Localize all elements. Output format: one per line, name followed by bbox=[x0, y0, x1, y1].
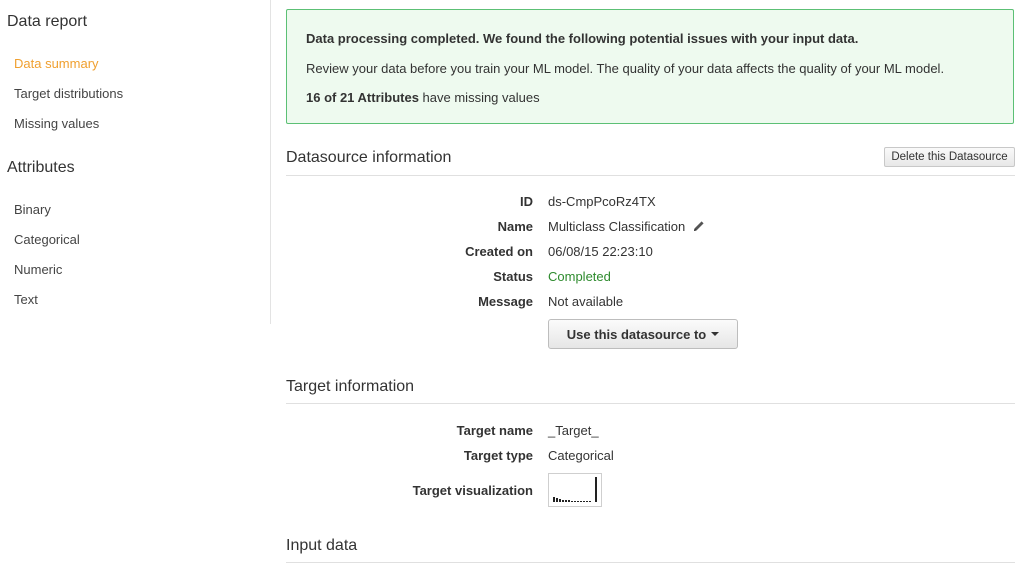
sidebar-item-categorical[interactable]: Categorical bbox=[14, 232, 80, 247]
sidebar-item-numeric[interactable]: Numeric bbox=[14, 262, 62, 277]
target-type-label: Target type bbox=[463, 448, 533, 463]
id-value: ds-CmpPcoRz4TX bbox=[548, 194, 656, 209]
missing-suffix: have missing values bbox=[418, 90, 540, 105]
caret-down-icon bbox=[711, 332, 720, 336]
name-value-row: Multiclass Classification bbox=[548, 219, 705, 235]
message-label: Message bbox=[478, 294, 533, 309]
id-label: ID bbox=[520, 194, 533, 209]
status-value: Completed bbox=[548, 269, 611, 284]
message-value: Not available bbox=[548, 294, 624, 309]
use-datasource-dropdown-button[interactable]: Use this datasource to bbox=[548, 319, 738, 349]
target-name-label: Target name bbox=[456, 423, 533, 438]
pencil-edit-icon[interactable] bbox=[693, 220, 705, 235]
section-divider bbox=[286, 562, 1015, 563]
alert-title: Data processing completed. We found the … bbox=[306, 31, 859, 46]
sidebar-item-target-distributions[interactable]: Target distributions bbox=[14, 86, 123, 101]
input-data-section-title: Input data bbox=[286, 537, 358, 554]
histogram-sparkline-icon bbox=[553, 477, 597, 502]
sidebar-item-missing-values[interactable]: Missing values bbox=[14, 116, 99, 131]
datasource-section-title: Datasource information bbox=[286, 149, 452, 166]
target-name-value: _Target_ bbox=[548, 423, 599, 438]
sidebar: Data report Data summary Target distribu… bbox=[0, 0, 271, 324]
missing-count: 16 of 21 Attributes bbox=[306, 90, 419, 105]
sidebar-item-text[interactable]: Text bbox=[14, 292, 38, 307]
created-label: Created on bbox=[465, 244, 533, 259]
section-divider bbox=[286, 403, 1015, 404]
status-label: Status bbox=[493, 269, 533, 284]
sidebar-item-data-summary[interactable]: Data summary bbox=[14, 56, 99, 71]
created-value: 06/08/15 22:23:10 bbox=[548, 244, 653, 259]
name-value: Multiclass Classification bbox=[548, 219, 686, 234]
target-type-value: Categorical bbox=[548, 448, 614, 463]
attributes-heading: Attributes bbox=[7, 159, 75, 176]
alert-message: Review your data before you train your M… bbox=[306, 61, 945, 76]
delete-datasource-button[interactable]: Delete this Datasource bbox=[884, 147, 1015, 167]
section-divider bbox=[286, 175, 1015, 176]
use-datasource-label: Use this datasource to bbox=[566, 326, 707, 342]
processing-alert: Data processing completed. We found the … bbox=[286, 9, 1014, 124]
alert-missing-values: 16 of 21 Attributes have missing values bbox=[306, 90, 540, 105]
data-report-heading: Data report bbox=[7, 13, 88, 30]
target-visualization-thumbnail[interactable] bbox=[548, 473, 602, 507]
sidebar-item-binary[interactable]: Binary bbox=[14, 202, 51, 217]
name-label: Name bbox=[497, 219, 533, 234]
target-viz-label: Target visualization bbox=[412, 483, 533, 498]
target-section-title: Target information bbox=[286, 378, 415, 395]
